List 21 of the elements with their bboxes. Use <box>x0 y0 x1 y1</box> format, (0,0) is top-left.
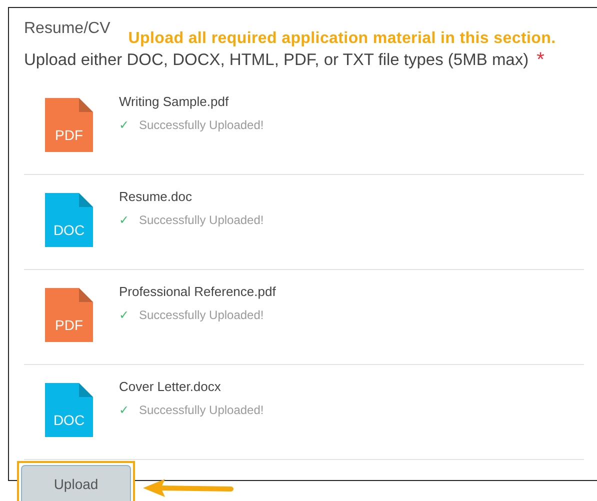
annotation-text: Upload all required application material in this section. <box>128 30 556 48</box>
check-icon: ✓ <box>119 403 129 417</box>
file-type-label: PDF <box>55 127 83 143</box>
status-text: Successfully Uploaded! <box>139 308 264 322</box>
file-name: Writing Sample.pdf <box>119 94 230 109</box>
file-type-label: PDF <box>55 317 83 333</box>
status-text: Successfully Uploaded! <box>139 118 264 132</box>
instructions-text: Upload either DOC, DOCX, HTML, PDF, or TXT file types (5MB max) <box>24 51 529 70</box>
file-name: Professional Reference.pdf <box>119 284 276 299</box>
check-icon: ✓ <box>119 213 129 227</box>
file-name: Cover Letter.docx <box>119 379 222 394</box>
file-type-label: DOC <box>53 412 85 428</box>
upload-button[interactable]: Upload <box>21 465 131 501</box>
check-icon: ✓ <box>119 118 129 132</box>
status-text: Successfully Uploaded! <box>139 213 264 227</box>
section-title: Resume/CV <box>24 20 110 38</box>
file-name: Resume.doc <box>119 189 193 204</box>
file-type-label: DOC <box>53 222 85 238</box>
check-icon: ✓ <box>119 308 129 322</box>
required-mark: * <box>536 51 544 69</box>
status-text: Successfully Uploaded! <box>139 403 264 417</box>
